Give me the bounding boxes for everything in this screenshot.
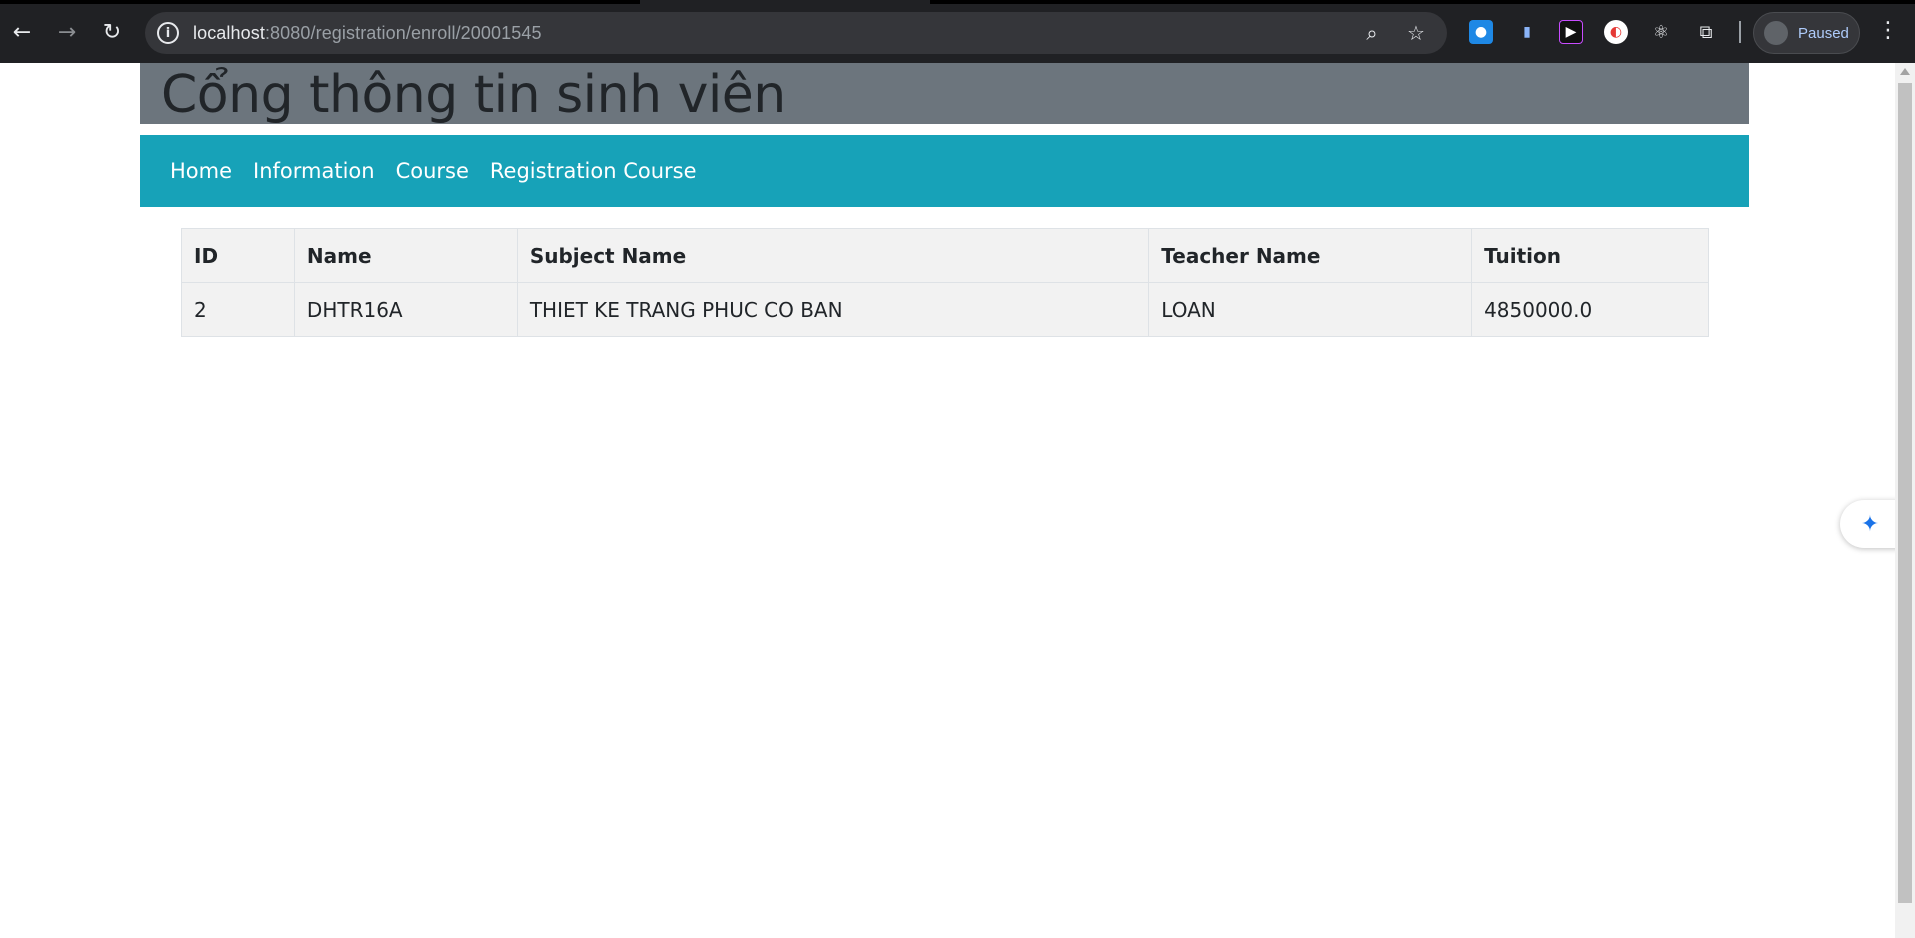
- cell-subject-name: THIET KE TRANG PHUC CO BAN: [516, 282, 1150, 337]
- nav-link-information[interactable]: Information: [253, 159, 375, 183]
- zoom-icon[interactable]: ⌕: [1359, 20, 1385, 46]
- main-navbar: Home Information Course Registration Cou…: [140, 135, 1749, 207]
- react-devtools-icon[interactable]: ⚛: [1649, 20, 1673, 44]
- table-row: 2 DHTR16A THIET KE TRANG PHUC CO BAN LOA…: [181, 282, 1709, 337]
- tab-strip-edge: [0, 0, 640, 4]
- floating-assistant-button[interactable]: ✦: [1840, 500, 1900, 548]
- profile-status-label: Paused: [1798, 24, 1849, 42]
- column-header-id: ID: [181, 228, 295, 283]
- nav-link-registration-course[interactable]: Registration Course: [490, 159, 697, 183]
- back-icon[interactable]: ←: [8, 18, 36, 46]
- table-header-row: ID Name Subject Name Teacher Name Tuitio…: [181, 228, 1709, 283]
- enrollment-table-container: ID Name Subject Name Teacher Name Tuitio…: [181, 228, 1709, 337]
- browser-toolbar: ← → ↻ i localhost:8080/registration/enro…: [0, 0, 1915, 63]
- sparkle-drop-icon: ✦: [1860, 511, 1880, 537]
- column-header-subject-name: Subject Name: [516, 228, 1150, 283]
- forward-icon[interactable]: →: [53, 18, 81, 46]
- extensions-puzzle-icon[interactable]: ⧉: [1694, 20, 1718, 44]
- copy-extension-icon[interactable]: ▮: [1515, 20, 1539, 44]
- cell-id: 2: [181, 282, 295, 337]
- cell-name: DHTR16A: [293, 282, 518, 337]
- url-text[interactable]: localhost:8080/registration/enroll/20001…: [193, 23, 542, 44]
- vertical-scrollbar[interactable]: [1895, 63, 1915, 938]
- cell-teacher-name: LOAN: [1148, 282, 1473, 337]
- site-info-icon[interactable]: i: [157, 22, 179, 44]
- column-header-tuition: Tuition: [1471, 228, 1709, 283]
- reload-icon[interactable]: ↻: [98, 18, 126, 46]
- nav-link-course[interactable]: Course: [396, 159, 469, 183]
- enrollment-table: ID Name Subject Name Teacher Name Tuitio…: [181, 228, 1709, 337]
- scrollbar-thumb[interactable]: [1898, 83, 1912, 903]
- profile-button[interactable]: Paused: [1753, 12, 1860, 54]
- column-header-teacher-name: Teacher Name: [1148, 228, 1473, 283]
- browser-menu-icon[interactable]: ⋮: [1876, 18, 1900, 43]
- page-title: Cổng thông tin sinh viên: [161, 65, 786, 125]
- nav-link-home[interactable]: Home: [170, 159, 232, 183]
- bookmark-star-icon[interactable]: ☆: [1403, 20, 1429, 46]
- color-wheel-extension-icon[interactable]: ◐: [1604, 20, 1628, 44]
- toolbar-separator: [1739, 21, 1741, 43]
- address-bar[interactable]: i localhost:8080/registration/enroll/200…: [145, 12, 1447, 54]
- site-header: Cổng thông tin sinh viên: [140, 63, 1749, 125]
- url-host: localhost: [193, 22, 265, 43]
- cell-tuition: 4850000.0: [1471, 282, 1709, 337]
- column-header-name: Name: [293, 228, 518, 283]
- avatar: [1764, 21, 1788, 45]
- water-drop-extension-icon[interactable]: ●: [1469, 20, 1493, 44]
- scroll-up-arrow-icon[interactable]: [1900, 68, 1910, 75]
- page-content: Cổng thông tin sinh viên Home Informatio…: [0, 63, 1895, 938]
- url-path: :8080/registration/enroll/20001545: [264, 22, 542, 43]
- tab-strip-edge: [930, 0, 1915, 4]
- media-extension-icon[interactable]: ▶: [1559, 20, 1583, 44]
